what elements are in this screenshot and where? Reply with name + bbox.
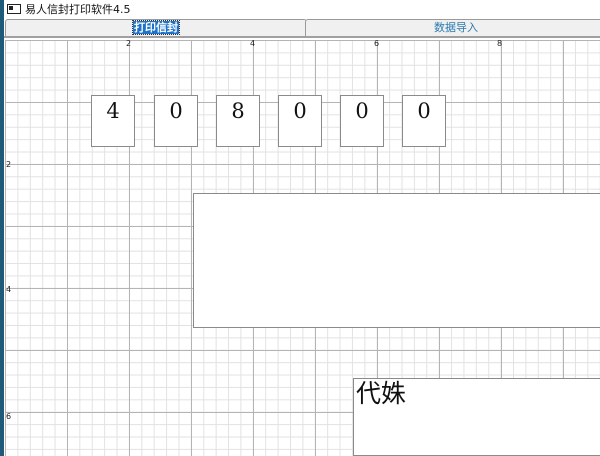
tab-print-envelope[interactable]: 打印信封 (5, 19, 307, 36)
ruler-y-tick: 2 (6, 160, 12, 169)
app-icon (7, 4, 21, 14)
window-border (0, 0, 4, 456)
ruler-y-tick: 4 (6, 285, 12, 294)
tab-label: 数据导入 (434, 21, 478, 34)
ruler-x-tick: 4 (250, 39, 256, 48)
ruler-x-tick: 8 (497, 39, 503, 48)
tab-bar: 打印信封 数据导入 (4, 19, 600, 38)
ruler-x-tick: 6 (374, 39, 380, 48)
address-box[interactable] (193, 193, 600, 328)
recipient-box[interactable]: 代姝 (353, 378, 600, 456)
postcode-box[interactable]: 0 (154, 95, 198, 147)
tab-label: 打印信封 (132, 20, 180, 35)
title-bar: 易人信封打印软件4.5 (4, 0, 600, 19)
postcode-box[interactable]: 0 (278, 95, 322, 147)
postcode-box[interactable]: 8 (216, 95, 260, 147)
ruler-x-tick: 2 (126, 39, 132, 48)
window-title: 易人信封打印软件4.5 (25, 3, 131, 16)
tab-data-import[interactable]: 数据导入 (305, 19, 600, 36)
ruler-y-tick: 6 (6, 412, 12, 421)
postcode-box[interactable]: 0 (340, 95, 384, 147)
postcode-box[interactable]: 4 (91, 95, 135, 147)
postcode-box[interactable]: 0 (402, 95, 446, 147)
